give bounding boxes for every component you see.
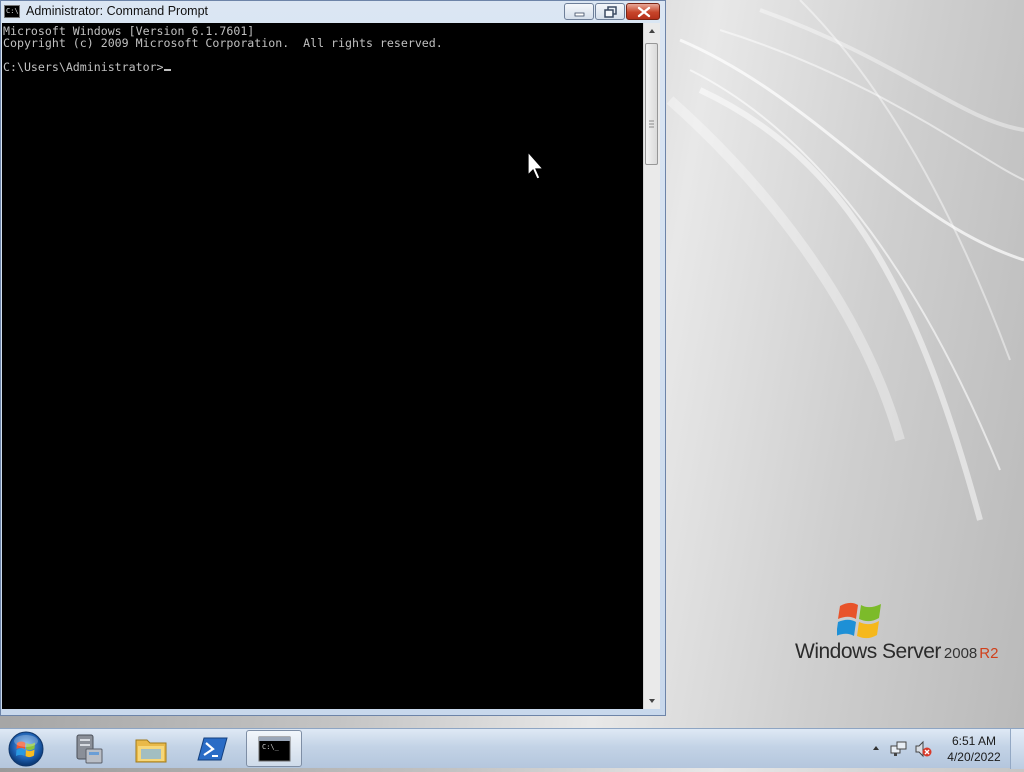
vertical-scrollbar[interactable] <box>643 23 660 709</box>
text-cursor <box>163 69 171 71</box>
taskbar-powershell[interactable] <box>185 730 241 767</box>
brand-edition: R2 <box>979 645 999 662</box>
volume-muted-icon[interactable] <box>914 740 932 758</box>
show-desktop-button[interactable] <box>1010 729 1024 769</box>
notification-area[interactable]: 6:51 AM 4/20/2022 <box>866 729 1024 769</box>
close-icon <box>637 6 651 18</box>
svg-text:C:\_: C:\_ <box>262 743 280 751</box>
command-prompt-icon: C:\_ <box>258 736 291 762</box>
clock-date: 4/20/2022 <box>947 750 1001 764</box>
console-prompt-line[interactable]: C:\Users\Administrator> <box>3 61 643 73</box>
network-icon[interactable] <box>890 740 908 758</box>
taskbar-server-manager[interactable] <box>62 730 118 767</box>
command-prompt-window[interactable]: C:\ Administrator: Command Prompt Micros… <box>0 0 666 716</box>
restore-button[interactable] <box>595 3 625 20</box>
scrollbar-thumb[interactable] <box>645 43 658 165</box>
taskbar-windows-explorer[interactable] <box>123 730 179 767</box>
window-title: Administrator: Command Prompt <box>26 4 209 18</box>
console-prompt: C:\Users\Administrator> <box>3 60 164 74</box>
start-button[interactable] <box>6 730 46 768</box>
scroll-down-arrow-icon[interactable] <box>644 692 660 709</box>
windows-explorer-icon <box>135 739 167 763</box>
close-button[interactable] <box>626 3 660 20</box>
taskbar[interactable]: C:\_ 6:51 AM 4/20/2022 <box>0 728 1024 769</box>
system-clock[interactable]: 6:51 AM 4/20/2022 <box>942 733 1006 765</box>
windows-logo-icon <box>837 602 881 639</box>
clock-time: 6:51 AM <box>951 734 997 748</box>
show-hidden-icons-chevron[interactable] <box>871 743 881 753</box>
brand-name: Windows Server <box>795 640 941 663</box>
cmd-icon[interactable]: C:\ <box>4 5 20 18</box>
mouse-pointer-icon <box>527 151 545 180</box>
server-manager-icon <box>76 734 103 764</box>
minimize-button[interactable] <box>564 3 594 20</box>
console-output[interactable]: Microsoft Windows [Version 6.1.7601] Cop… <box>2 23 643 709</box>
window-titlebar[interactable]: C:\ Administrator: Command Prompt <box>1 1 665 23</box>
scroll-up-arrow-icon[interactable] <box>644 23 660 40</box>
powershell-icon <box>197 737 228 761</box>
minimize-icon <box>574 12 585 17</box>
taskbar-command-prompt[interactable]: C:\_ <box>246 730 302 767</box>
restore-icon <box>604 6 617 18</box>
grip-icon <box>649 120 654 128</box>
console-line: Copyright (c) 2009 Microsoft Corporation… <box>3 36 443 50</box>
windows-server-branding: Windows Server 2008 R2 <box>795 600 1015 670</box>
brand-version: 2008 <box>943 645 978 662</box>
